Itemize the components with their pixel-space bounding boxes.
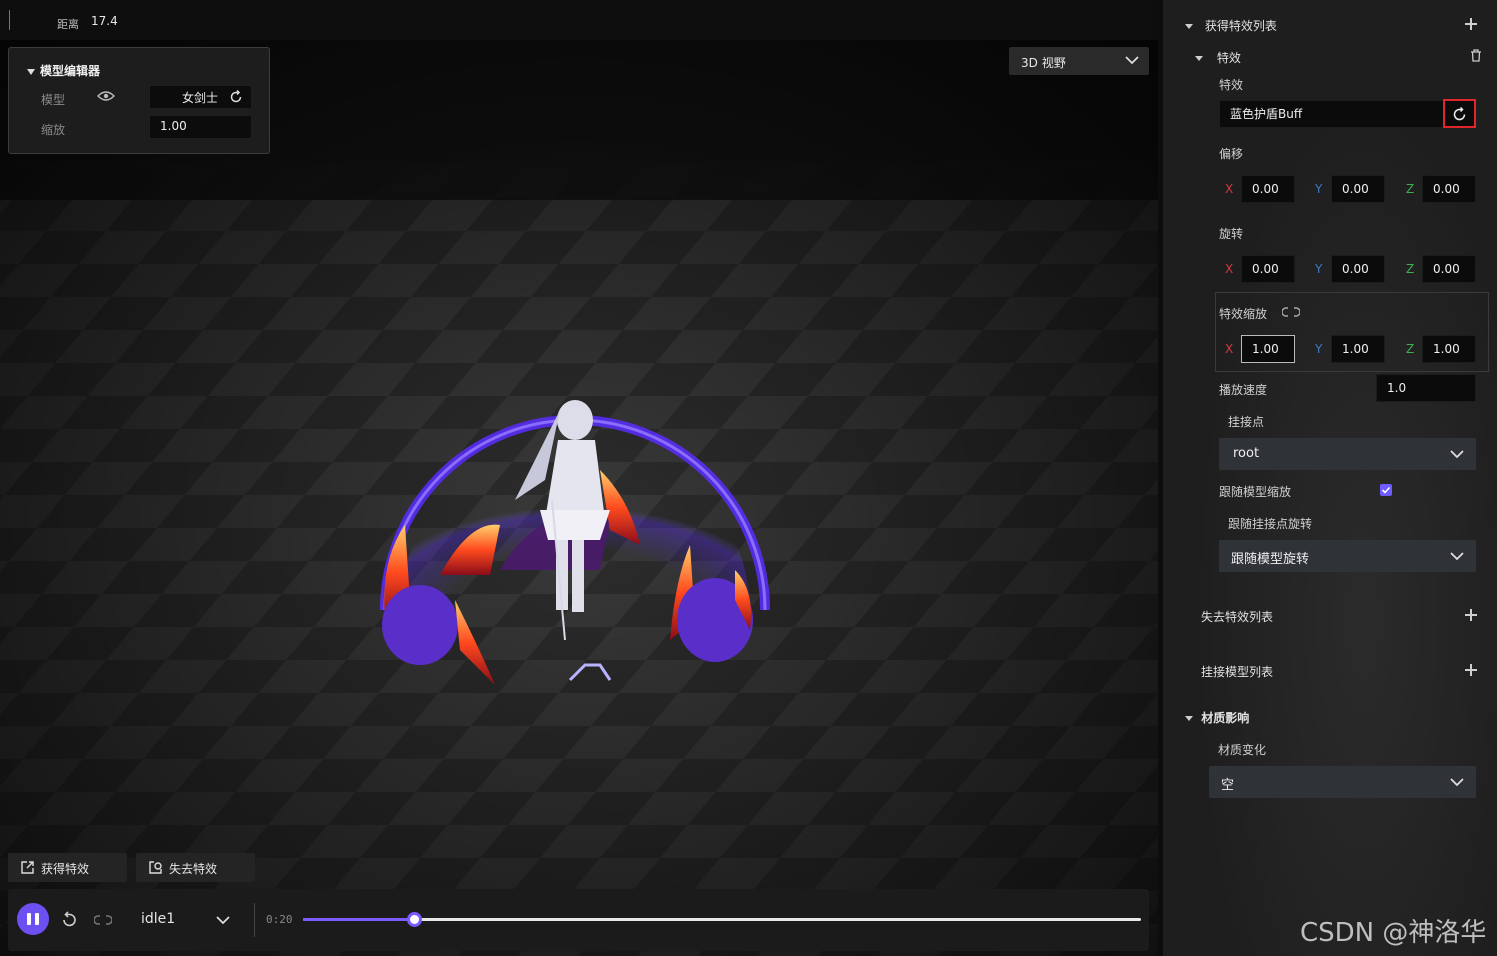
follow-scale-label: 跟随模型缩放 [1219,485,1292,499]
view-mode-dropdown[interactable]: 3D 视野 [1009,47,1149,75]
replay-icon[interactable] [60,911,78,929]
rotation-label: 旋转 [1219,227,1244,241]
attach-point-dropdown[interactable]: root [1219,438,1476,470]
material-change-label: 材质变化 [1218,743,1267,757]
pause-bar-icon [27,913,31,925]
distance-label: 距离 [57,18,79,31]
attach-point-value: root [1233,446,1260,461]
material-change-dropdown[interactable]: 空 [1209,766,1476,798]
add-gain-effect-icon[interactable] [1465,18,1477,30]
3d-viewport[interactable]: 距离 17.4 模型编辑器 模型 女剑士 缩放 1.00 3D 视野 获得特效 [0,0,1158,956]
follow-rotation-label: 跟随挂接点旋转 [1228,517,1313,531]
refresh-icon [1453,107,1466,121]
view-mode-value: 3D 视野 [1021,56,1066,70]
offset-x-input[interactable]: 0.00 [1241,175,1295,203]
collapse-triangle-icon [1185,716,1193,721]
scale-z-axis: Z [1406,342,1415,356]
speed-label: 播放速度 [1219,383,1268,397]
remove-effect-icon [149,861,162,874]
gain-effect-button[interactable]: 获得特效 [8,853,127,882]
offset-label: 偏移 [1219,147,1244,161]
effect-group-header[interactable]: 特效 [1195,49,1241,66]
rotation-x-axis: X [1225,262,1234,276]
timeline-fill [303,918,415,921]
scale-y-axis: Y [1315,342,1323,356]
follow-scale-checkbox[interactable] [1380,484,1392,496]
refresh-icon[interactable] [229,90,243,104]
pause-button[interactable] [17,903,49,935]
scale-input[interactable]: 1.00 [149,115,252,139]
lose-list-title[interactable]: 失去特效列表 [1201,608,1273,625]
trash-icon[interactable] [1470,49,1482,62]
animation-player: idle1 0:20 [8,889,1149,951]
timeline-handle[interactable] [407,912,423,927]
offset-z-axis: Z [1406,182,1415,196]
chevron-down-icon [1450,450,1464,459]
scale-x-input[interactable]: 1.00 [1241,335,1295,363]
material-change-value: 空 [1221,778,1235,793]
model-label: 模型 [41,93,66,107]
chevron-down-icon [1450,552,1464,561]
playback-time: 0:20 [266,913,293,926]
add-lose-effect-icon[interactable] [1465,609,1477,621]
offset-y-axis: Y [1315,182,1323,196]
rotation-y-input[interactable]: 0.00 [1331,255,1385,283]
panel-background [1163,0,1497,956]
topbar-divider [9,10,10,30]
rotation-z-input[interactable]: 0.00 [1422,255,1476,283]
export-icon [21,861,34,874]
offset-y-input[interactable]: 0.00 [1331,175,1385,203]
model-value: 女剑士 [182,91,219,105]
offset-x-axis: X [1225,182,1234,196]
attach-point-label: 挂接点 [1228,415,1265,429]
collapse-triangle-icon [1185,24,1193,29]
attach-model-list-title[interactable]: 挂接模型列表 [1201,663,1273,680]
model-select-field[interactable]: 女剑士 [149,85,252,109]
model-editor-panel: 模型编辑器 模型 女剑士 缩放 1.00 [8,47,270,154]
visibility-eye-icon[interactable] [97,90,115,102]
chevron-down-icon [1125,56,1139,65]
rotation-y-axis: Y [1315,262,1323,276]
loop-icon[interactable] [94,914,112,926]
speed-input[interactable]: 1.0 [1376,374,1476,402]
pause-bar-icon [35,913,39,925]
viewport-topbar: 距离 17.4 [0,0,1158,40]
chevron-down-icon [1450,778,1464,787]
rotation-x-input[interactable]: 0.00 [1241,255,1295,283]
gain-list-title: 获得特效列表 [1204,19,1277,33]
lose-effect-label: 失去特效 [169,862,218,876]
link-icon[interactable] [1282,307,1300,317]
follow-rotation-value: 跟随模型旋转 [1231,552,1310,567]
collapse-triangle-icon [27,68,35,75]
watermark: CSDN @神洛华 [1300,918,1487,948]
effect-refresh-button[interactable] [1443,99,1476,128]
animation-dropdown-chevron-icon[interactable] [215,915,231,925]
gain-list-header[interactable]: 获得特效列表 [1185,17,1277,34]
gain-effect-label: 获得特效 [41,862,90,876]
material-section-title: 材质影响 [1201,711,1250,725]
effect-group-title: 特效 [1216,51,1241,65]
animation-name: idle1 [141,911,176,927]
offset-z-input[interactable]: 0.00 [1422,175,1476,203]
effect-name-field[interactable]: 蓝色护盾Buff [1219,100,1475,128]
model-editor-header[interactable]: 模型编辑器 [27,62,100,79]
lose-effect-button[interactable]: 失去特效 [136,853,255,882]
effect-label: 特效 [1219,78,1244,92]
effect-scale-label: 特效缩放 [1219,307,1268,321]
player-divider [254,903,255,937]
distance-value: 17.4 [91,14,118,28]
add-attach-model-icon[interactable] [1465,664,1477,676]
rotation-z-axis: Z [1406,262,1415,276]
timeline-slider[interactable] [303,912,1141,927]
scale-x-axis: X [1225,342,1234,356]
scale-y-input[interactable]: 1.00 [1331,335,1385,363]
follow-rotation-dropdown[interactable]: 跟随模型旋转 [1219,540,1476,572]
checkmark-icon [1381,486,1391,494]
scale-label: 缩放 [41,123,66,137]
effect-properties-panel: 获得特效列表 特效 特效 蓝色护盾Buff 偏移 X 0.00 Y 0.00 Z… [1158,0,1497,956]
scale-z-input[interactable]: 1.00 [1422,335,1476,363]
collapse-triangle-icon [1195,56,1203,61]
material-section-header[interactable]: 材质影响 [1185,709,1249,726]
model-editor-title: 模型编辑器 [40,64,101,78]
